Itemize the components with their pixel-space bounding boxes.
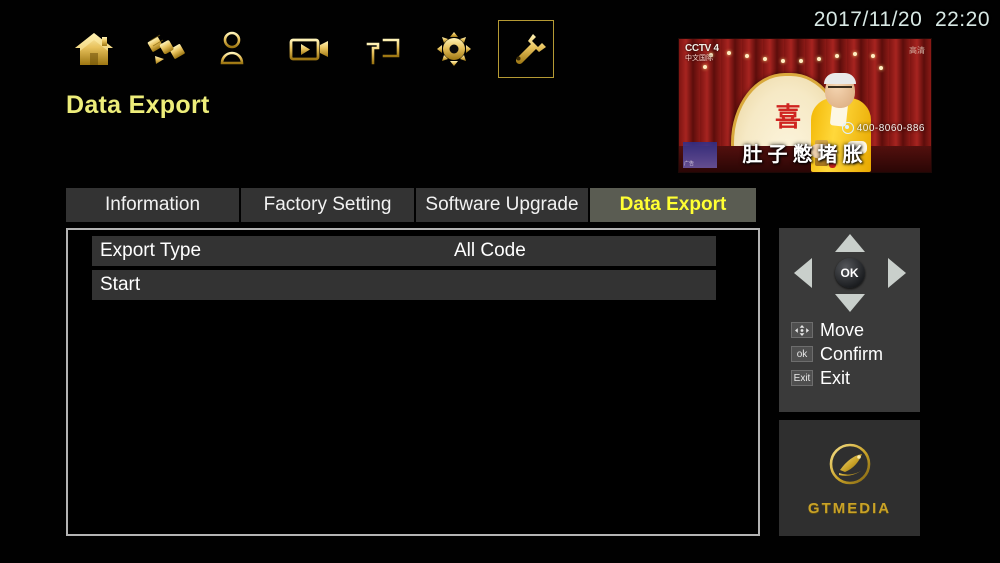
clock: 2017/11/20 22:20	[813, 8, 990, 31]
top-navigation-bar	[66, 18, 554, 80]
dpad-ok-button[interactable]: OK	[834, 258, 865, 288]
dpad-down-arrow-icon[interactable]	[834, 294, 865, 312]
legend-row-move: Move	[791, 318, 920, 342]
tab-label: Factory Setting	[263, 194, 392, 215]
channel-logo-line1: CCTV 4	[685, 43, 719, 54]
tab-software-upgrade[interactable]: Software Upgrade	[416, 188, 588, 222]
phone-number-overlay: 400-8060-886	[841, 122, 925, 134]
dpad-diagram[interactable]: OK	[790, 234, 910, 312]
tab-data-export[interactable]: Data Export	[590, 188, 756, 222]
tab-bar: Information Factory Setting Software Upg…	[66, 188, 756, 222]
dpad-right-arrow-icon[interactable]	[887, 258, 906, 288]
nav-home-icon[interactable]	[66, 20, 122, 78]
legend-label: Exit	[820, 368, 851, 388]
fan-mark-text: 喜	[774, 102, 802, 133]
nav-gear-icon[interactable]	[426, 20, 482, 78]
brand-panel: GTMEDIA	[779, 420, 920, 536]
list-item-start[interactable]: Start	[92, 270, 716, 300]
satellite-dish-logo-icon	[826, 440, 874, 493]
channel-logo-line2: 中文国际	[685, 55, 713, 62]
nav-wrench-icon[interactable]	[498, 20, 554, 78]
hd-mark: 高清	[909, 46, 925, 55]
nav-video-camera-icon[interactable]	[282, 20, 338, 78]
page-title: Data Export	[66, 91, 210, 119]
list-item-label: Export Type	[100, 240, 202, 261]
tab-label: Information	[104, 194, 201, 215]
tv-osd-screen: 2017/11/20 22:20 Data Export 喜 CCTV 4 中文…	[0, 0, 1000, 563]
preview-subtitle: 肚子憋堵胀	[742, 142, 868, 166]
legend-row-confirm: ok Confirm	[791, 342, 920, 366]
legend-label: Move	[820, 320, 865, 340]
phone-number-text: 400-8060-886	[856, 122, 925, 134]
dpad-left-arrow-icon[interactable]	[793, 258, 812, 288]
list-item-export-type[interactable]: Export Type All Code	[92, 236, 716, 266]
data-export-panel: Export Type All Code Start	[66, 228, 760, 536]
list-item-label: Start	[100, 274, 141, 295]
tab-factory-setting[interactable]: Factory Setting	[241, 188, 414, 222]
dpad-up-arrow-icon[interactable]	[834, 234, 865, 252]
key-legend: Move ok Confirm Exit Exit	[791, 318, 920, 390]
channel-logo: CCTV 4 中文国际	[685, 43, 719, 63]
nav-channel-list-icon[interactable]	[210, 20, 266, 78]
legend-row-exit: Exit Exit	[791, 366, 920, 390]
list-item-value: All Code	[454, 240, 526, 261]
help-panel: OK Move ok Confirm Exit Exit	[779, 228, 920, 412]
legend-label: Confirm	[820, 344, 884, 364]
tab-information[interactable]: Information	[66, 188, 239, 222]
video-preview[interactable]: 喜 CCTV 4 中文国际 高清 400-8060-886 广告 肚子憋堵胀	[678, 38, 932, 173]
nav-satellite-icon[interactable]	[138, 20, 194, 78]
exit-key-icon: Exit	[791, 370, 813, 386]
tab-label: Software Upgrade	[425, 194, 579, 215]
ok-key-icon: ok	[791, 346, 813, 362]
tab-label: Data Export	[619, 194, 727, 215]
brand-name: GTMEDIA	[807, 499, 892, 517]
move-keys-icon	[791, 322, 813, 338]
phone-icon	[841, 122, 854, 134]
nav-media-monitor-icon[interactable]	[354, 20, 410, 78]
